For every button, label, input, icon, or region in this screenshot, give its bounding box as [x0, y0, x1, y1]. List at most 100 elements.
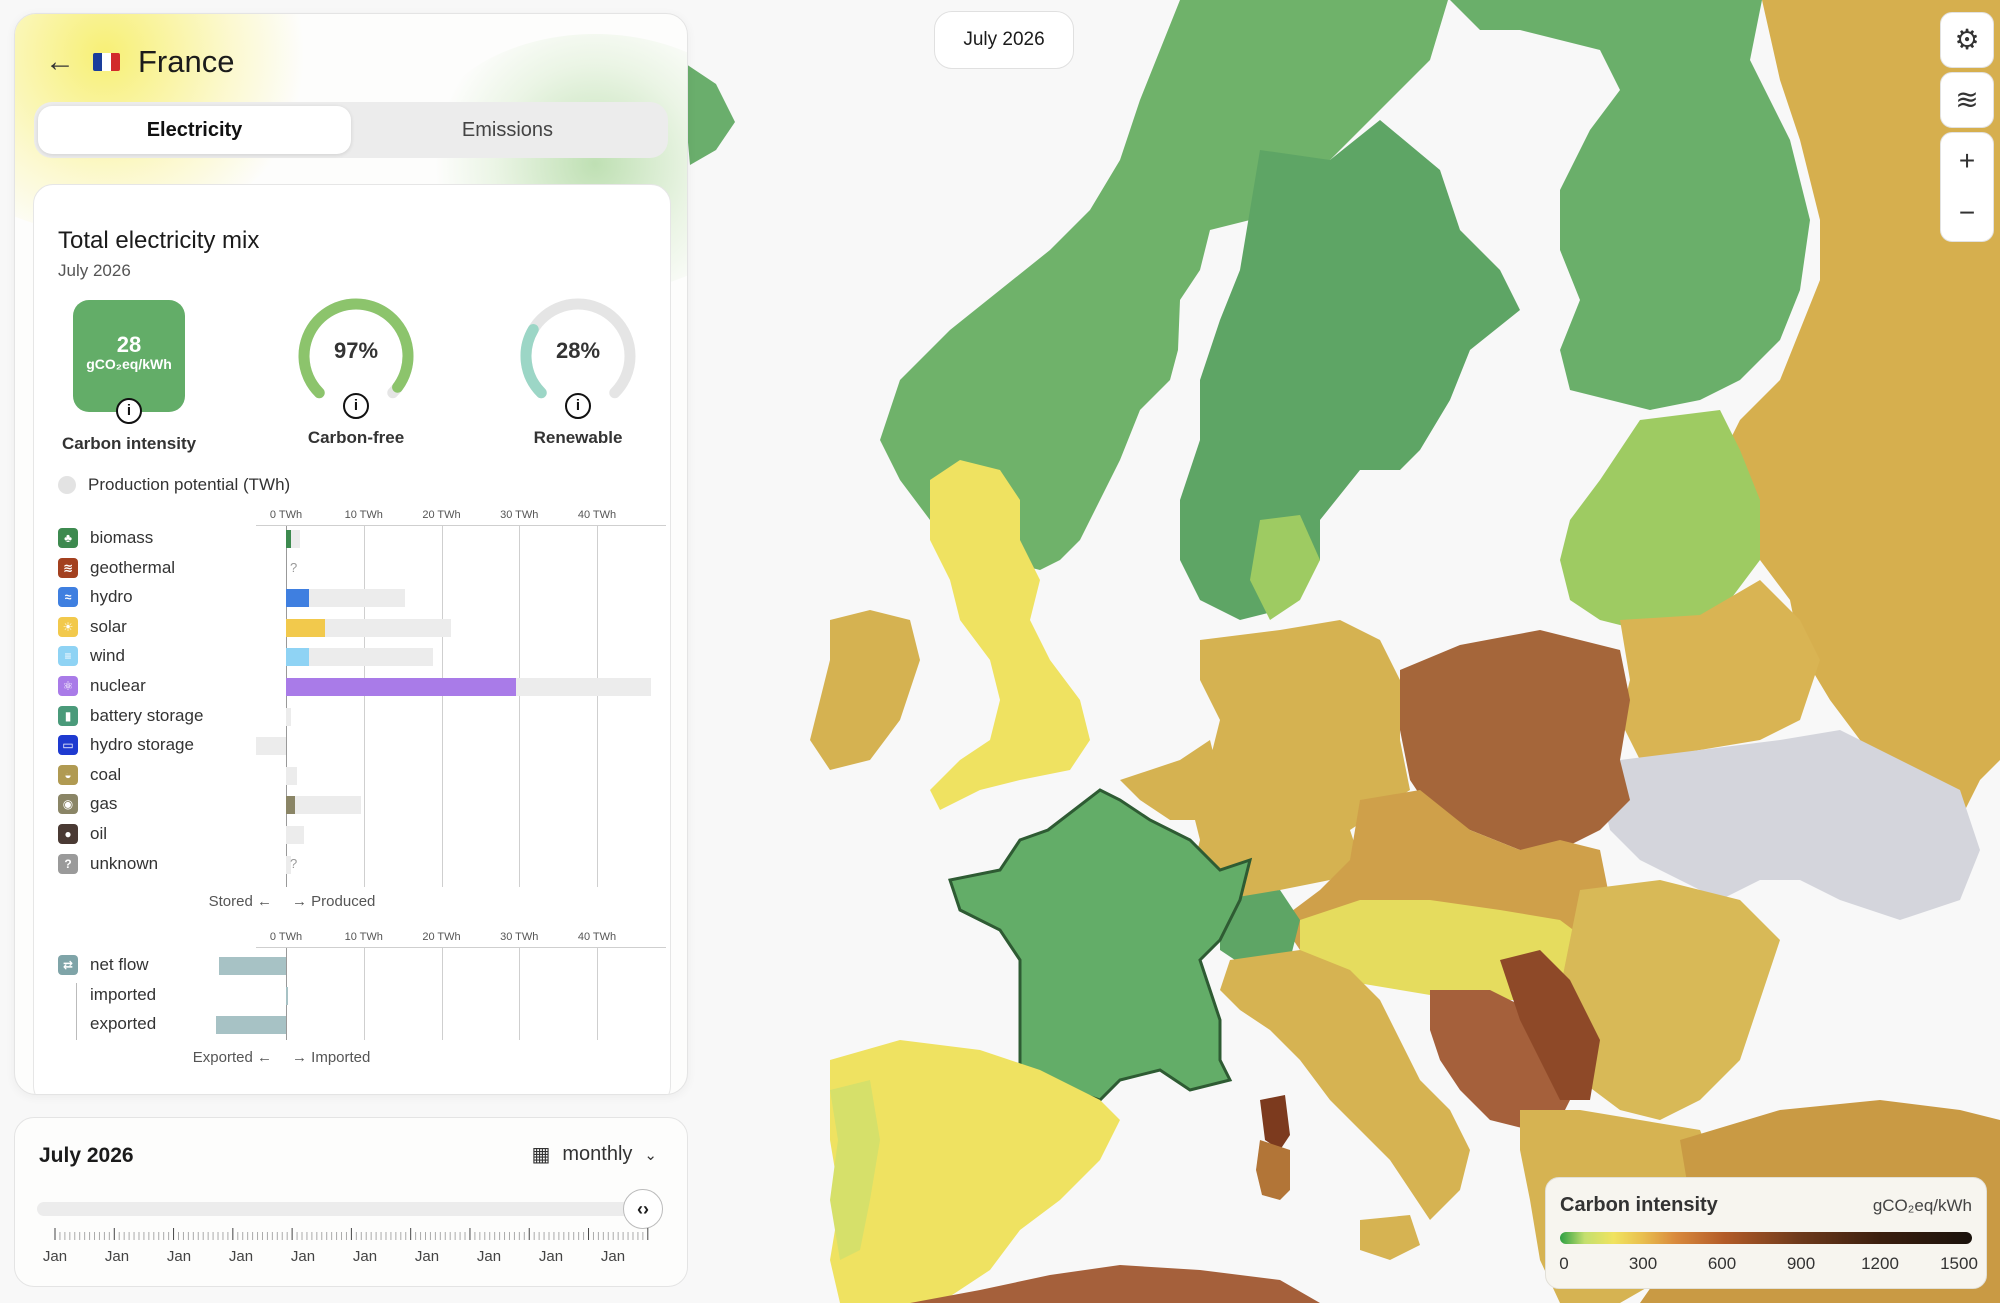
gear-icon: ⚙: [1954, 24, 1980, 55]
production-gridline: [597, 525, 598, 887]
legend-label: 900: [1786, 1254, 1816, 1273]
settings-button[interactable]: ⚙: [1940, 12, 1994, 68]
zoom-out-icon[interactable]: −: [1959, 187, 1975, 239]
unknown-icon: ?: [58, 853, 78, 874]
resolution-selector[interactable]: ▦ monthly ⌄: [531, 1142, 657, 1167]
flow-tick-label: 10 TWh: [344, 931, 383, 943]
unknown-value-mark: ?: [290, 559, 298, 575]
production-row-coal: ◒ coal: [58, 764, 121, 785]
tab-electricity[interactable]: Electricity: [38, 106, 351, 154]
wind-icon: ≡: [58, 646, 78, 667]
production-category-label: hydro storage: [90, 735, 194, 755]
production-gridline: [519, 525, 521, 887]
legend-label: 1200: [1861, 1254, 1899, 1273]
hydro-icon: ≈: [58, 587, 78, 608]
flow-row-net-flow: ⇄ net flow: [58, 955, 149, 975]
timeline-label: Jan: [600, 1248, 626, 1265]
flow-row-imported: imported: [58, 985, 156, 1005]
legend-title: Carbon intensity: [1560, 1194, 1718, 1216]
timeline-slider-track[interactable]: [37, 1202, 637, 1216]
imported-label: → Imported: [292, 1049, 371, 1066]
electricity-mix-card: Total electricity mix July 2026 28 gCO₂e…: [33, 184, 671, 1094]
production-row-oil: ● oil: [58, 824, 107, 844]
zoom-in-icon[interactable]: +: [1959, 135, 1975, 187]
layers-button[interactable]: ≋: [1940, 72, 1994, 128]
timeline-label: Jan: [352, 1248, 378, 1265]
timeline-panel: July 2026 ▦ monthly ⌄ ‹› Jan Jan Jan Jan Jan…: [14, 1117, 688, 1287]
back-arrow-icon[interactable]: ←: [45, 45, 75, 79]
potential-bar: [256, 737, 286, 756]
country-panel: ← France Electricity Emissions Total ele…: [14, 13, 688, 1095]
legend-unit: gCO₂eq/kWh: [1872, 1196, 1972, 1215]
biomass-icon: ♣: [58, 528, 78, 548]
production-category-label: unknown: [90, 853, 159, 873]
production-tick-label: 0 TWh: [269, 509, 303, 521]
production-row-hydro: ≈ hydro: [58, 587, 133, 608]
timeline-label: Jan: [476, 1248, 502, 1265]
production-bar: [286, 618, 325, 637]
production-row-battery-storage: ▮ battery storage: [58, 705, 204, 726]
timeline-label: Jan: [538, 1248, 564, 1265]
flow-tick-label: 30 TWh: [500, 931, 539, 943]
production-row-geothermal: ≋ geothermal: [58, 557, 176, 578]
legend-color-scale: [1560, 1232, 1972, 1244]
production-category-label: gas: [90, 794, 118, 814]
flow-row-exported: exported: [58, 1014, 156, 1034]
exported-label: Exported ←: [192, 1049, 272, 1066]
timeline-label: Jan: [228, 1248, 254, 1265]
timeline-label: Jan: [290, 1248, 316, 1265]
calendar-icon: ▦: [531, 1144, 551, 1166]
flow-bar: [216, 1016, 286, 1035]
hydro-storage-icon: ▭: [58, 735, 78, 756]
production-bar-chart: 0 TWh 10 TWh 20 TWh 30 TWh 40 TWh ♣ biomass ≋ ge…: [34, 185, 670, 1094]
production-bar: [286, 589, 309, 608]
timeline-label: Jan: [414, 1248, 440, 1265]
panel-header: ← France: [45, 44, 234, 80]
layers-icon: ≋: [1955, 84, 1979, 115]
production-category-label: battery storage: [90, 705, 204, 725]
timeline-slider-handle[interactable]: ‹›: [623, 1189, 663, 1229]
production-row-solar: ☀ solar: [58, 616, 127, 637]
france-flag-icon: [93, 53, 120, 71]
production-category-label: oil: [90, 824, 108, 843]
flow-gridline: [363, 947, 365, 1040]
production-tick-label: 10 TWh: [344, 509, 383, 521]
flow-bar: [286, 986, 289, 1005]
map-date-pill[interactable]: July 2026: [934, 11, 1074, 69]
resolution-value: monthly: [562, 1143, 633, 1165]
flow-category-label: exported: [90, 1014, 157, 1034]
flow-axis-line: [256, 947, 666, 948]
flow-tick-label: 40 TWh: [577, 931, 617, 943]
gas-icon: ◉: [58, 794, 78, 815]
solar-icon: ☀: [58, 616, 78, 637]
production-category-label: geothermal: [90, 557, 176, 577]
production-category-label: nuclear: [90, 676, 146, 695]
timeline-label: Jan: [166, 1248, 192, 1265]
tab-emissions[interactable]: Emissions: [351, 106, 664, 154]
production-row-hydro-storage: ▭ hydro storage: [58, 735, 194, 756]
flow-category-label: net flow: [90, 955, 149, 974]
flow-category-label: imported: [90, 984, 157, 1004]
mode-tabs: Electricity Emissions: [34, 102, 668, 158]
production-tick-label: 30 TWh: [500, 509, 539, 521]
flow-gridline: [441, 947, 443, 1040]
production-category-label: solar: [90, 616, 127, 636]
flow-gridline: [519, 947, 521, 1040]
production-row-gas: ◉ gas: [58, 794, 118, 815]
production-axis-line: [256, 525, 666, 526]
stored-label: Stored ←: [208, 893, 272, 910]
produced-label: → Produced: [292, 893, 376, 910]
flow-tick-label: 20 TWh: [422, 931, 461, 943]
production-category-label: wind: [90, 646, 125, 666]
potential-bar: [286, 707, 291, 726]
production-row-wind: ≡ wind: [58, 646, 125, 667]
battery-storage-icon: ▮: [58, 705, 78, 726]
production-row-biomass: ♣ biomass: [58, 528, 153, 548]
flow-gridline: [597, 947, 598, 1040]
production-bar: [286, 648, 310, 667]
geothermal-icon: ≋: [58, 557, 78, 578]
chevron-down-icon: ⌄: [644, 1146, 657, 1164]
timeline-label: Jan: [42, 1248, 68, 1265]
production-category-label: biomass: [90, 528, 154, 547]
potential-bar: [286, 826, 304, 844]
